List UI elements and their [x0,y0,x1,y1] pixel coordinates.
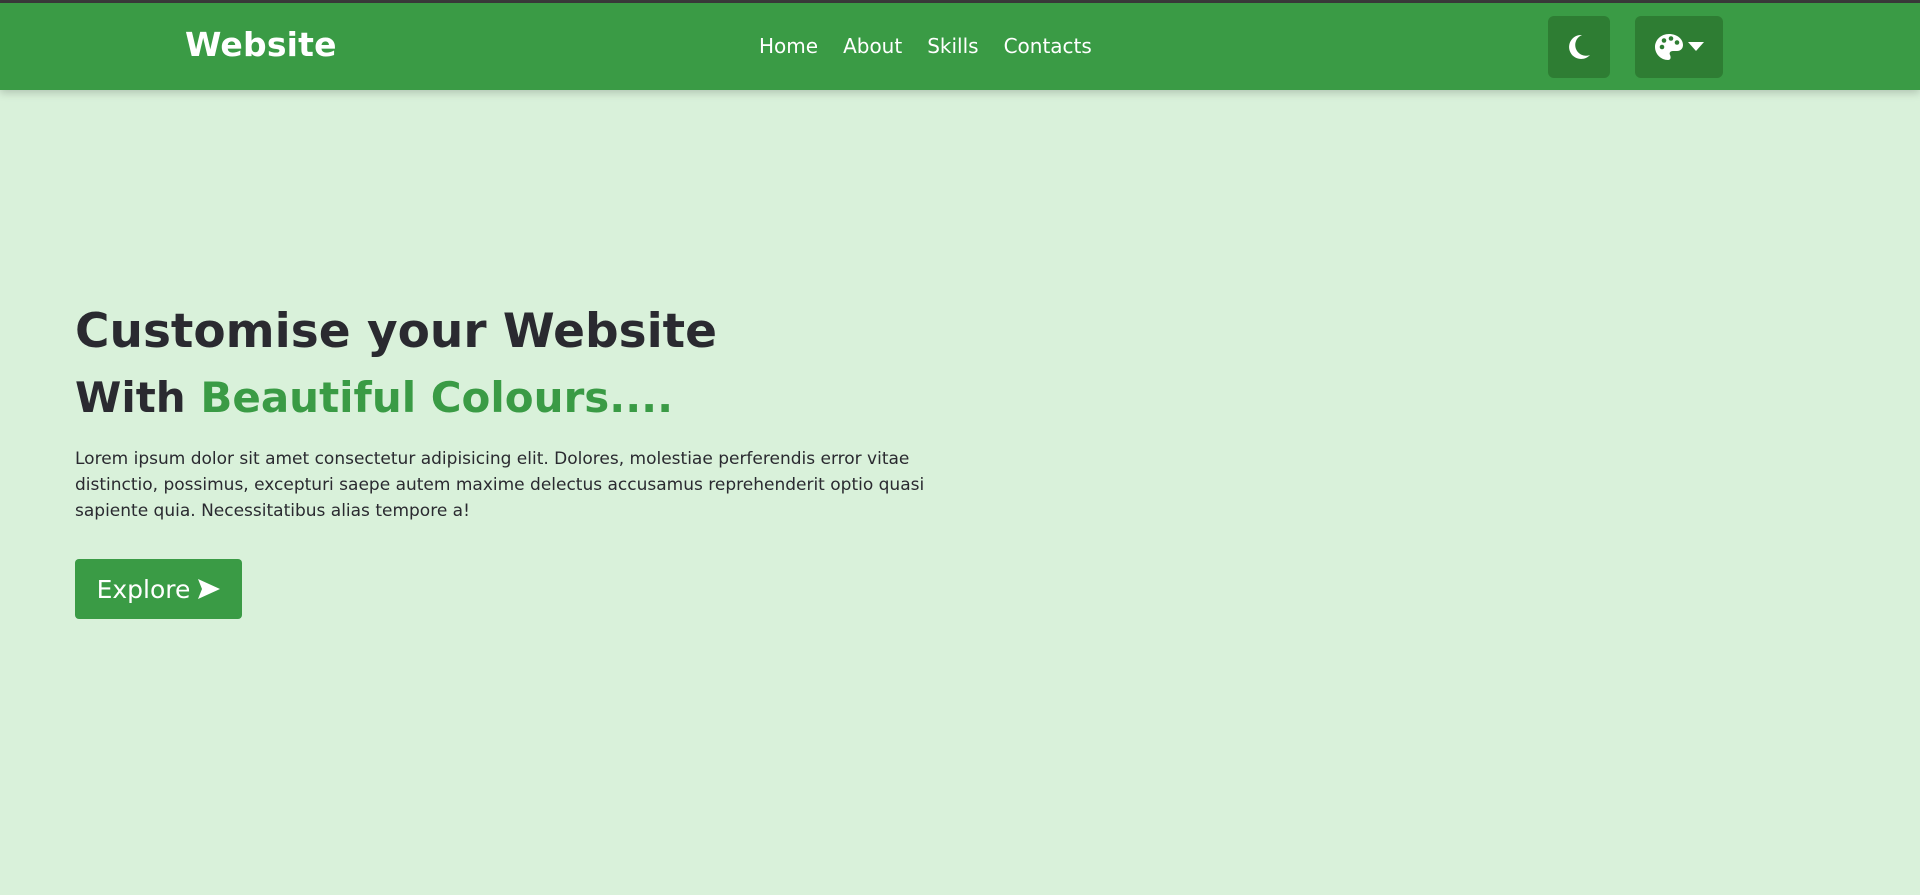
logo[interactable]: Website [185,25,337,64]
caret-down-icon [1688,42,1704,52]
nav-link-skills[interactable]: Skills [927,34,978,58]
paper-plane-icon [198,579,221,599]
nav-link-home[interactable]: Home [759,34,818,58]
hero-subtitle-accent: Beautiful Colours.... [200,373,674,422]
navbar: Website Home About Skills Contacts [0,3,1920,90]
hero-description: Lorem ipsum dolor sit amet consectetur a… [75,449,925,521]
hero-subtitle-prefix: With [75,373,201,422]
explore-button[interactable]: Explore [75,559,242,619]
color-palette-dropdown-button[interactable] [1635,16,1723,78]
nav-link-contacts[interactable]: Contacts [1004,34,1092,58]
hero-title: Customise your Website [75,304,718,359]
moon-icon [1567,34,1591,60]
dark-mode-toggle-button[interactable] [1548,16,1610,78]
palette-icon [1654,33,1684,61]
hero-section: Customise your Website With Beautiful Co… [75,300,975,524]
explore-button-label: Explore [96,574,191,604]
hero-subtitle: With Beautiful Colours.... [75,368,975,428]
nav-link-about[interactable]: About [843,34,902,58]
nav-links: Home About Skills Contacts [759,34,1092,58]
